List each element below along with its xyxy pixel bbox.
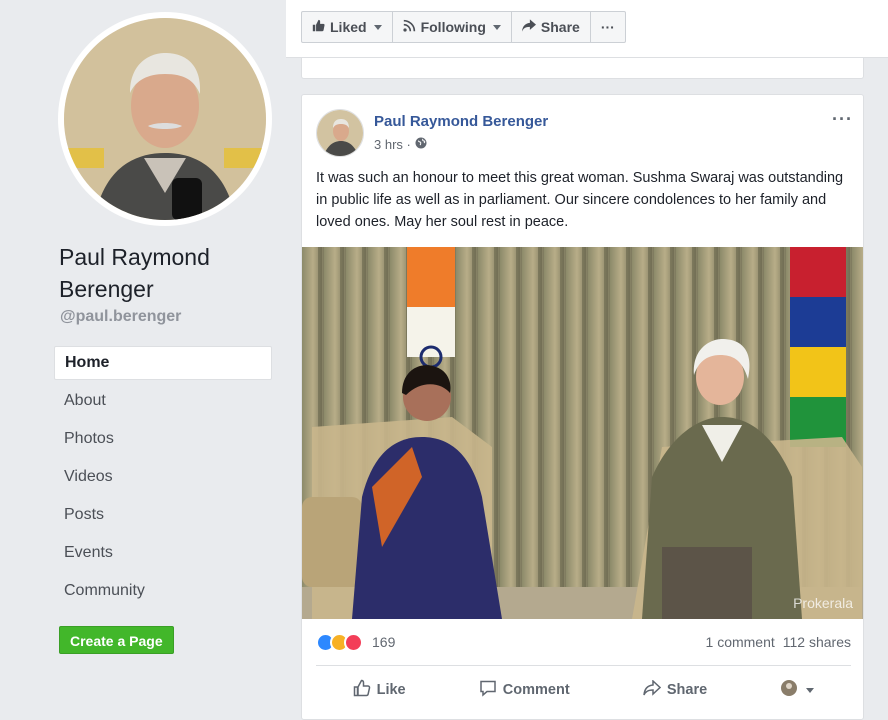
share-count-link[interactable]: 112 shares: [783, 634, 851, 650]
comment-count-link[interactable]: 1 comment: [706, 634, 775, 650]
nav-item-about[interactable]: About: [54, 384, 272, 422]
comment-bubble-icon: [479, 679, 497, 701]
comment-button[interactable]: Comment: [479, 679, 570, 701]
divider: [316, 665, 851, 666]
nav-item-community[interactable]: Community: [54, 574, 272, 612]
post-timestamp[interactable]: 3 hrs ·: [374, 137, 427, 152]
page-nav: Home About Photos Videos Posts Events Co…: [54, 346, 272, 612]
nav-item-videos[interactable]: Videos: [54, 460, 272, 498]
share-label: Share: [666, 682, 708, 698]
previous-post-card: [301, 58, 864, 79]
liked-button[interactable]: Liked: [302, 12, 393, 42]
following-label: Following: [420, 19, 486, 35]
page-avatar-small-icon: [780, 679, 798, 701]
more-dots-icon: ···: [600, 19, 615, 35]
globe-icon: [415, 137, 427, 152]
post-as-selector[interactable]: [780, 679, 815, 701]
page-handle[interactable]: @paul.berenger: [60, 308, 181, 326]
more-options-button[interactable]: ···: [591, 12, 625, 42]
like-label: Like: [376, 682, 406, 698]
rss-icon: [402, 19, 416, 35]
share-arrow-icon: [521, 19, 536, 35]
comment-label: Comment: [502, 682, 570, 698]
profile-picture[interactable]: [58, 12, 272, 226]
post-actions: Like Comment Share: [316, 673, 851, 707]
post-author-name[interactable]: Paul Raymond Berenger: [374, 113, 548, 130]
nav-item-events[interactable]: Events: [54, 536, 272, 574]
chevron-down-icon: [492, 24, 501, 30]
nav-item-home[interactable]: Home: [54, 346, 272, 380]
chevron-down-icon: [806, 687, 815, 693]
share-arrow-icon: [643, 679, 661, 700]
post-text: It was such an honour to meet this great…: [316, 170, 844, 230]
chevron-down-icon: [373, 24, 382, 30]
reactions-row: 169 1 comment 112 shares: [316, 629, 851, 655]
liked-label: Liked: [330, 19, 367, 35]
reaction-summary[interactable]: 169: [316, 632, 396, 652]
share-page-button[interactable]: Share: [512, 12, 591, 42]
page-action-buttons: Liked Following Share ···: [301, 11, 626, 43]
left-column: Paul Raymond Berenger @paul.berenger Hom…: [0, 0, 286, 720]
following-button[interactable]: Following: [393, 12, 512, 42]
post-time-text: 3 hrs ·: [374, 137, 411, 152]
post-card: Paul Raymond Berenger 3 hrs · ··· It was…: [301, 94, 864, 720]
photo-watermark: Prokerala: [793, 595, 853, 611]
nav-item-photos[interactable]: Photos: [54, 422, 272, 460]
post-author-avatar[interactable]: [316, 109, 364, 157]
love-reaction-icon: [344, 632, 363, 652]
thumbs-up-icon: [312, 19, 325, 35]
page-name: Paul Raymond Berenger: [59, 244, 210, 302]
share-button[interactable]: Share: [643, 679, 708, 700]
share-page-label: Share: [540, 19, 580, 35]
create-page-button[interactable]: Create a Page: [59, 626, 174, 654]
like-button[interactable]: Like: [353, 679, 406, 701]
post-options-icon[interactable]: ···: [832, 109, 853, 130]
thumbs-up-outline-icon: [353, 679, 371, 701]
page-action-bar: Liked Following Share ···: [286, 0, 888, 58]
reaction-count: 169: [372, 634, 396, 650]
nav-item-posts[interactable]: Posts: [54, 498, 272, 536]
post-photo[interactable]: Prokerala: [302, 247, 863, 619]
